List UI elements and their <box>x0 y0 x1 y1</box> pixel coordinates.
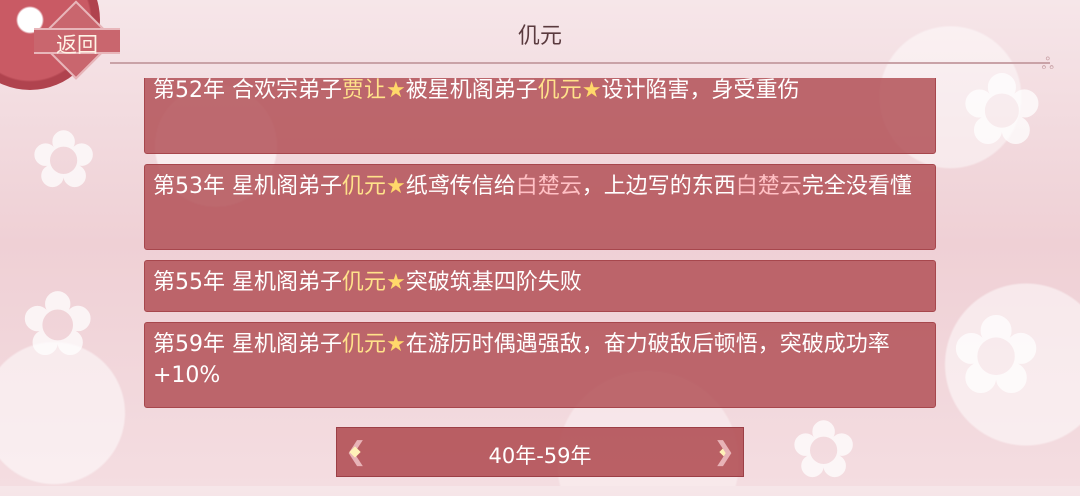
blossom-decoration: ✿ <box>20 272 96 377</box>
event-entry: 第59年 星机阁弟子仉元★在游历时偶遇强敌，奋力破敌后顿悟，突破成功率+10% <box>144 322 936 408</box>
star-icon: ★ <box>386 332 406 357</box>
event-text: 第55年 星机阁弟子 <box>153 270 342 295</box>
character-name: 仉元 <box>342 270 387 295</box>
year-range-pager[interactable]: ❮ 40年-59年 ❯ <box>336 427 744 477</box>
event-text: 第59年 星机阁弟子 <box>153 332 342 357</box>
blossom-decoration: ✿ <box>950 291 1043 419</box>
character-name: 白楚云 <box>515 174 582 199</box>
blossom-decoration: ✿ <box>790 403 858 496</box>
event-text: ，上边写的东西 <box>581 174 736 199</box>
event-text: 被星机阁弟子 <box>405 78 538 103</box>
event-list-viewport[interactable]: 第52年 合欢宗弟子贾让★被星机阁弟子仉元★设计陷害，身受重伤 <box>144 78 936 154</box>
character-name: 仉元 <box>537 78 582 103</box>
star-icon: ★ <box>386 174 406 199</box>
event-entry: 第53年 星机阁弟子仉元★纸鸢传信给白楚云，上边写的东西白楚云完全没看懂 <box>144 164 936 250</box>
event-text: 第53年 星机阁弟子 <box>153 174 342 199</box>
blossom-decoration: ✿ <box>960 51 1044 168</box>
next-page-icon[interactable]: ❯ <box>713 436 735 468</box>
event-entry: 第52年 合欢宗弟子贾让★被星机阁弟子仉元★设计陷害，身受重伤 <box>144 78 936 154</box>
character-name: 仉元 <box>342 332 387 357</box>
star-icon: ★ <box>386 78 406 103</box>
event-text: 设计陷害，身受重伤 <box>601 78 800 103</box>
blossom-decoration: ✿ <box>30 113 98 206</box>
event-text: 第52年 合欢宗弟子 <box>153 78 342 103</box>
event-text: 纸鸢传信给 <box>405 174 516 199</box>
page-title: 仉元 <box>517 24 562 49</box>
character-name: 贾让 <box>342 78 387 103</box>
character-name: 白楚云 <box>735 174 802 199</box>
event-entry: 第55年 星机阁弟子仉元★突破筑基四阶失败 <box>144 260 936 312</box>
header-divider <box>110 62 1050 64</box>
event-text: 完全没看懂 <box>801 174 912 199</box>
character-name: 仉元 <box>342 174 387 199</box>
event-text: 突破筑基四阶失败 <box>405 270 582 295</box>
star-icon: ★ <box>386 270 406 295</box>
star-icon: ★ <box>581 78 602 103</box>
year-range-label: 40年-59年 <box>488 444 592 468</box>
divider-ornament-icon: ஃ <box>1041 54 1054 73</box>
